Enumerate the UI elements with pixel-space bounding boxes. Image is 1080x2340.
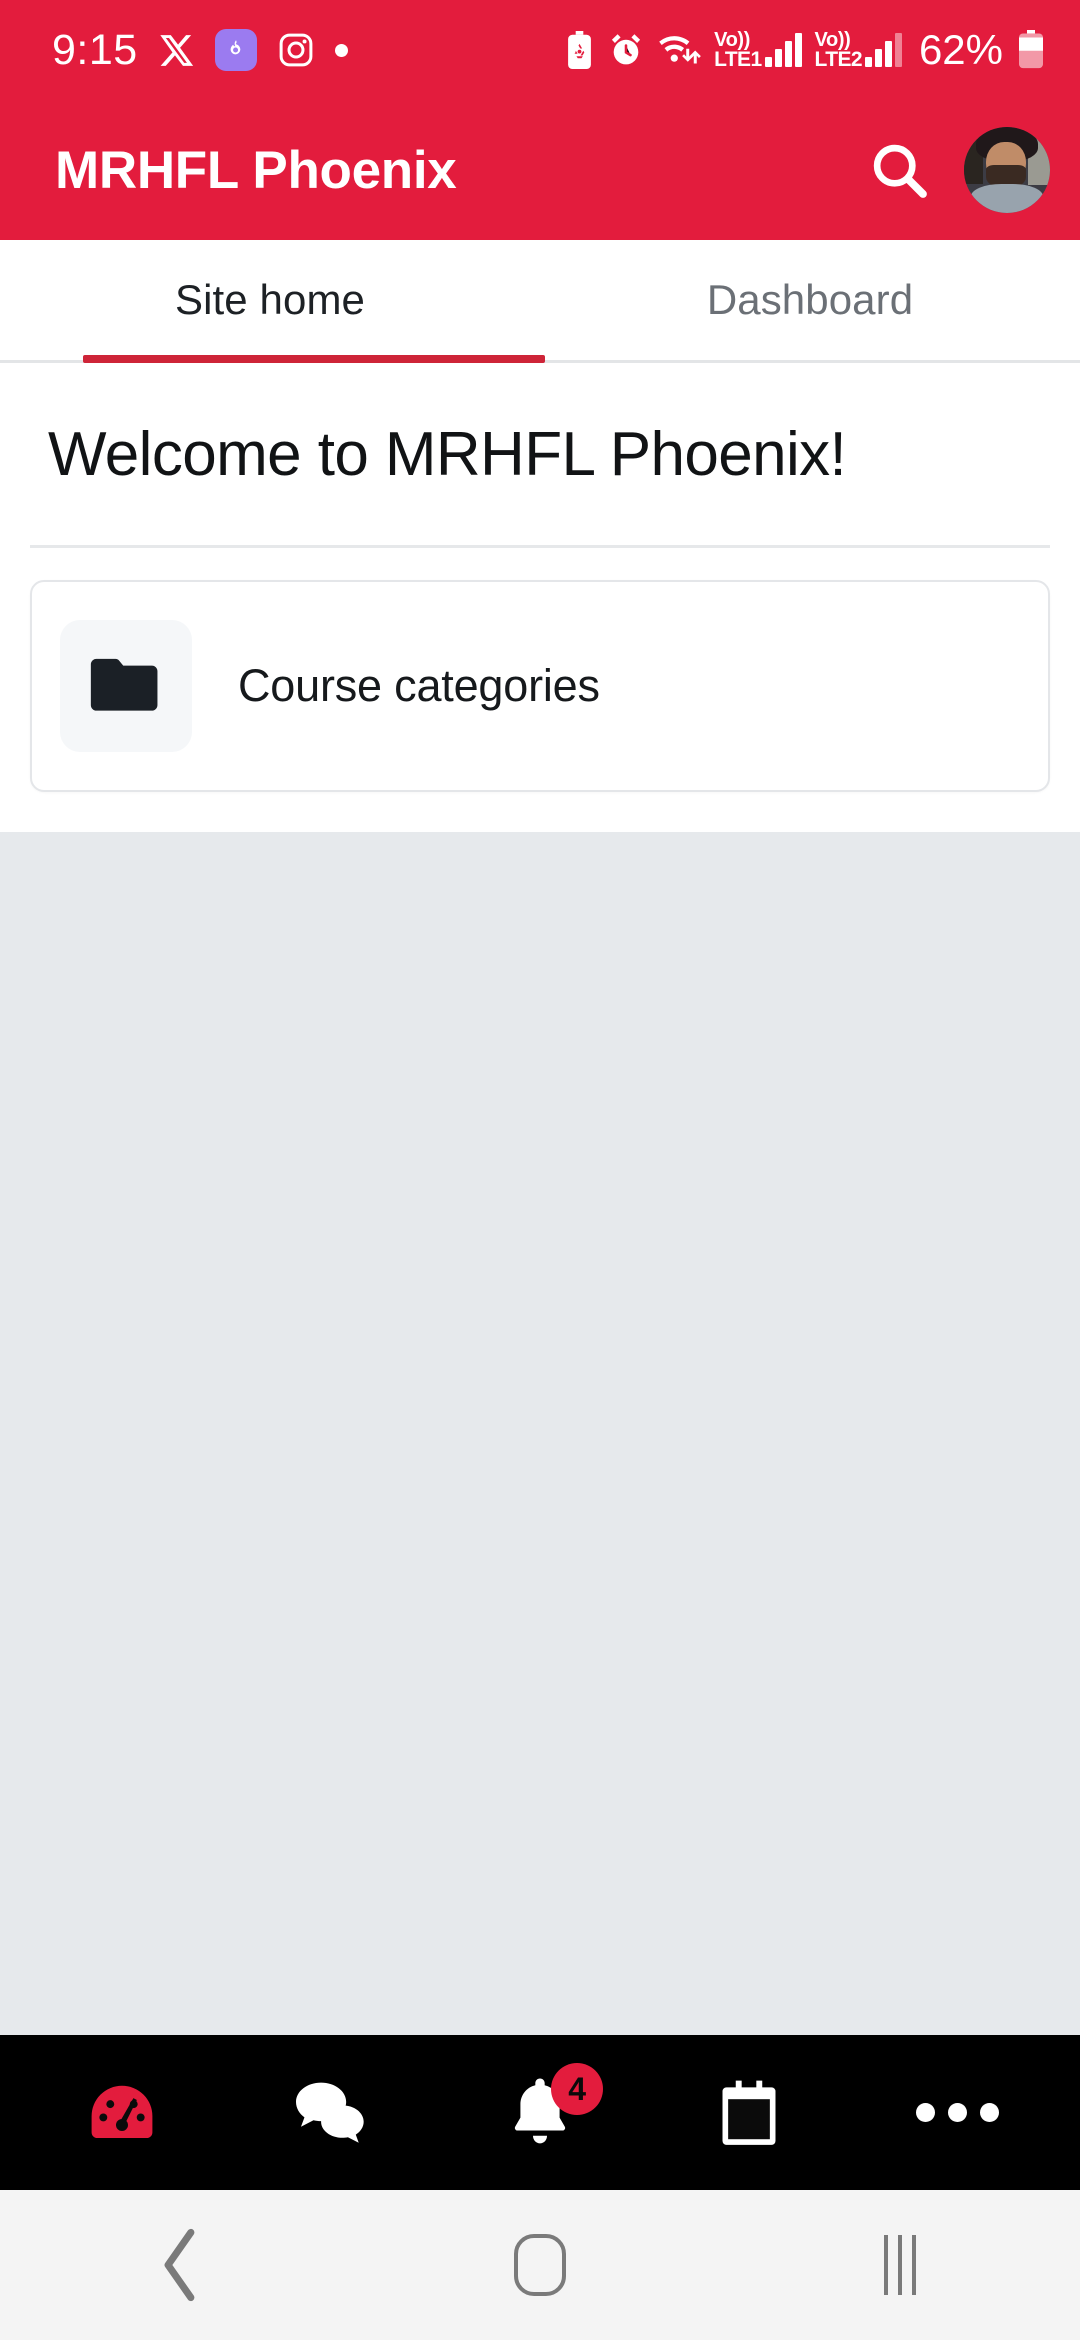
app-bar: MRHFL Phoenix xyxy=(0,100,1080,240)
tab-dashboard-label: Dashboard xyxy=(706,276,914,323)
home-circle-icon xyxy=(514,2234,566,2296)
instagram-icon xyxy=(279,33,313,67)
recents-bars-icon xyxy=(884,2235,916,2295)
sim1-network-label: LTE1 xyxy=(714,48,762,71)
status-bar-left: 9:15 xyxy=(52,25,348,74)
sim2-network-label: LTE2 xyxy=(814,48,863,71)
empty-area xyxy=(0,832,1080,2035)
card-label: Course categories xyxy=(238,660,600,712)
status-bar-right: Vo)) LTE1 Vo)) LTE2 62% xyxy=(564,26,1046,74)
status-bar: 9:15 Vo)) LTE1 Vo)) LTE2 62% xyxy=(0,0,1080,100)
tab-site-home[interactable]: Site home xyxy=(0,240,540,360)
sim2-signal: Vo)) LTE2 xyxy=(815,30,902,70)
bottom-navigation: 4 xyxy=(0,2035,1080,2190)
x-twitter-icon xyxy=(160,34,193,66)
notifications-badge: 4 xyxy=(551,2063,604,2115)
tab-site-home-label: Site home xyxy=(174,276,365,323)
course-categories-card[interactable]: Course categories xyxy=(30,580,1050,793)
chat-bubbles-icon xyxy=(296,2082,364,2143)
bottom-nav-more[interactable] xyxy=(878,2035,1038,2190)
bottom-nav-calendar[interactable] xyxy=(669,2035,829,2190)
alarm-icon xyxy=(612,34,641,65)
speedometer-icon xyxy=(91,2085,153,2138)
bottom-nav-dashboard[interactable] xyxy=(42,2035,202,2190)
bottom-nav-messages[interactable] xyxy=(251,2035,411,2190)
bottom-nav-notifications[interactable]: 4 xyxy=(460,2035,620,2190)
sim2-volte-label: Vo)) xyxy=(814,29,851,51)
main-content: Welcome to MRHFL Phoenix! Course categor… xyxy=(0,363,1080,833)
search-button[interactable] xyxy=(860,131,938,209)
android-recents-button[interactable] xyxy=(830,2190,970,2340)
battery-percentage: 62% xyxy=(918,26,1003,73)
phone-screen: 9:15 Vo)) LTE1 Vo)) LTE2 62% MRHFL Phoen… xyxy=(0,0,1080,2340)
dot-indicator-icon xyxy=(334,43,348,57)
chevron-left-icon xyxy=(164,2228,195,2302)
more-horizontal-icon xyxy=(916,2103,1000,2122)
tab-bar: Site home Dashboard xyxy=(0,240,1080,363)
page-title: MRHFL Phoenix xyxy=(55,140,457,200)
folder-icon xyxy=(90,659,158,711)
android-back-button[interactable] xyxy=(110,2190,250,2340)
wifi-icon xyxy=(659,36,701,64)
cards-container: Course categories xyxy=(0,548,1080,832)
battery-icon xyxy=(1019,30,1043,69)
android-navigation-bar xyxy=(0,2190,1080,2340)
calendar-icon xyxy=(722,2080,776,2145)
status-bar-clock: 9:15 xyxy=(52,25,138,74)
app-bar-actions xyxy=(860,127,1050,213)
sim1-signal-bars xyxy=(764,33,802,67)
tab-dashboard[interactable]: Dashboard xyxy=(540,240,1080,360)
sim1-volte-label: Vo)) xyxy=(714,29,750,51)
sim2-signal-bars xyxy=(864,33,902,67)
android-home-button[interactable] xyxy=(470,2190,610,2340)
card-icon-container xyxy=(60,620,192,753)
avatar[interactable] xyxy=(964,127,1050,213)
purple-app-icon xyxy=(214,29,257,71)
battery-saver-icon xyxy=(568,31,592,69)
tab-active-indicator xyxy=(83,355,545,363)
sim1-signal: Vo)) LTE1 xyxy=(714,29,802,71)
welcome-heading: Welcome to MRHFL Phoenix! xyxy=(48,420,847,489)
search-icon xyxy=(873,144,927,198)
